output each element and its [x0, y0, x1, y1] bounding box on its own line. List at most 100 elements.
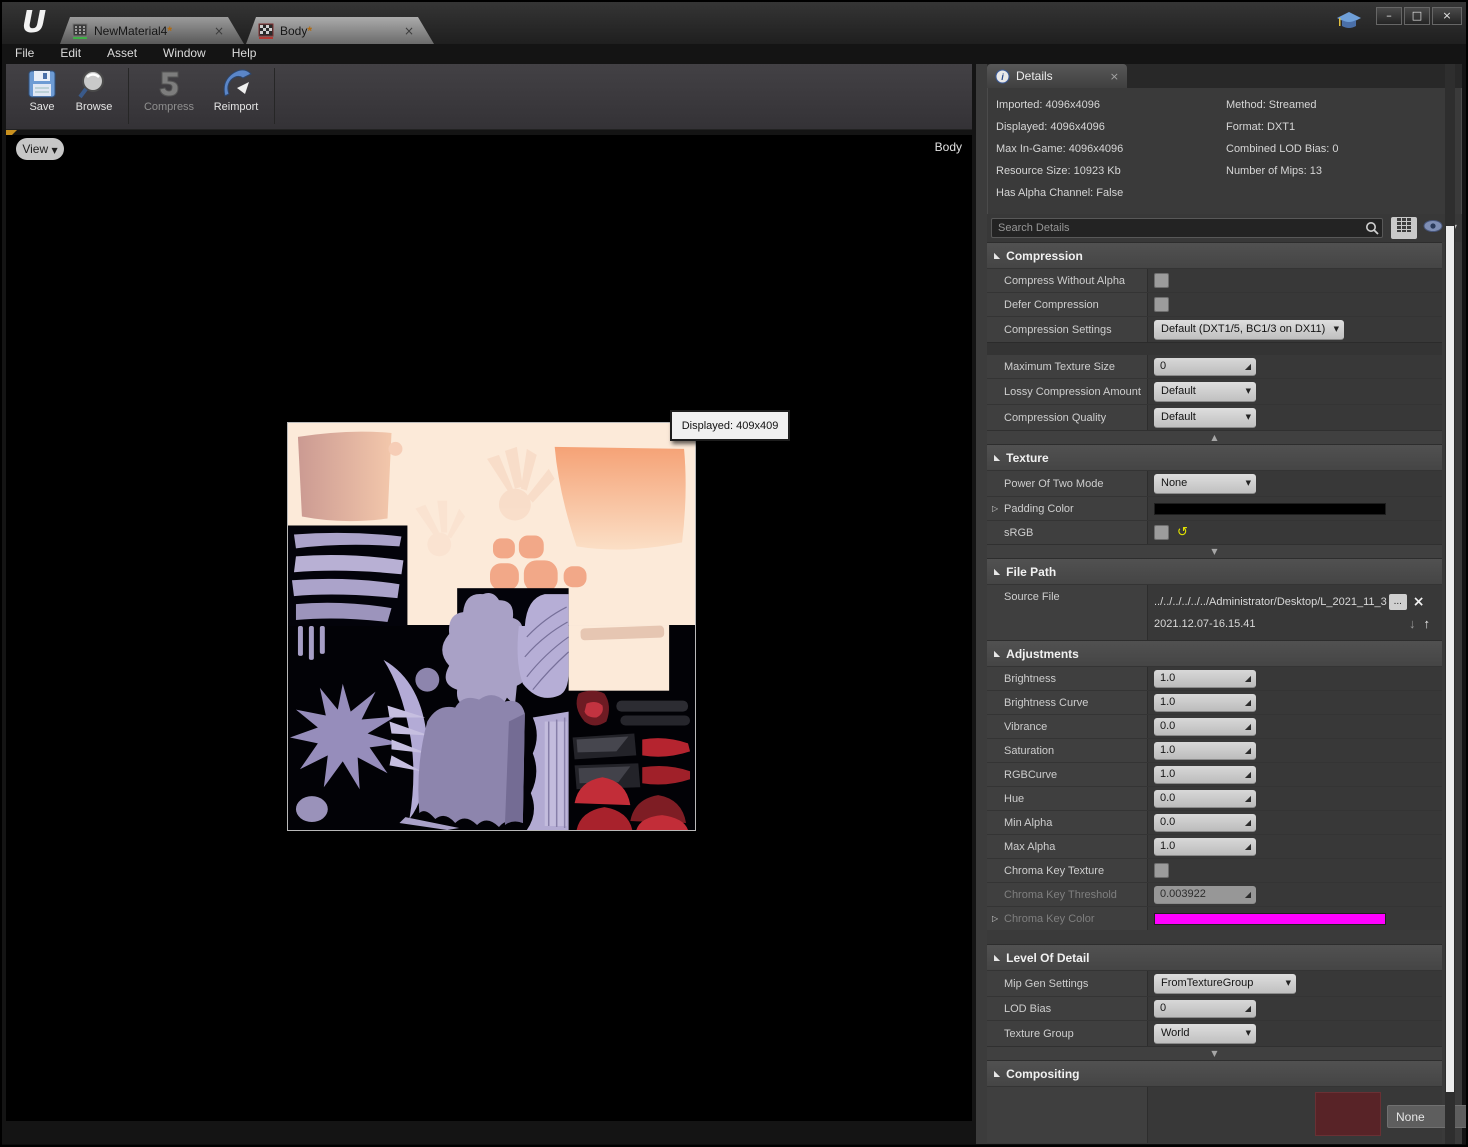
property-row-vibrance: Vibrance 0.0 ◢ — [987, 714, 1442, 738]
tab-close-icon[interactable]: × — [214, 24, 224, 38]
eye-icon — [1423, 220, 1443, 232]
pane-splitter[interactable] — [976, 64, 987, 1145]
tab-newmaterial4[interactable]: NewMaterial4* × — [60, 17, 244, 44]
info-line: Number of Mips: 13 — [1226, 165, 1322, 177]
property-row-compression-quality: Compression Quality Default ▼ — [987, 404, 1442, 430]
property-label: Power Of Two Mode — [1004, 477, 1104, 490]
texture-group-dropdown[interactable]: World ▼ — [1154, 1023, 1256, 1044]
displayed-size-tooltip: Displayed: 409x409 — [670, 410, 790, 441]
maximum-texture-size-input[interactable]: 0 ◢ — [1154, 357, 1256, 376]
property-row-maximum-texture-size: Maximum Texture Size 0 ◢ — [987, 354, 1442, 378]
compression-quality-dropdown[interactable]: Default ▼ — [1154, 407, 1256, 428]
advanced-properties-toggle[interactable]: ▼ — [987, 1046, 1442, 1060]
maximize-button[interactable]: □ — [1404, 7, 1430, 25]
min-alpha-input[interactable]: 0.0 ◢ — [1154, 813, 1256, 832]
value-scrub-icon: ◢ — [1244, 721, 1251, 731]
reimport-arrow-icon[interactable]: ↑ — [1424, 616, 1431, 631]
section-header-texture[interactable]: ◣ Texture — [987, 444, 1442, 470]
clear-source-icon[interactable]: × — [1413, 594, 1425, 610]
chroma-key-texture-checkbox[interactable] — [1154, 863, 1169, 878]
value-scrub-icon: ◢ — [1244, 697, 1251, 707]
power-of-two-mode-dropdown[interactable]: None ▼ — [1154, 473, 1256, 494]
save-button[interactable]: Save — [20, 68, 64, 113]
value-scrub-icon: ◢ — [1244, 673, 1251, 683]
property-row-defer-compression: Defer Compression — [987, 292, 1442, 316]
close-button[interactable]: × — [1432, 7, 1462, 25]
srgb-checkbox[interactable] — [1154, 525, 1169, 540]
section-gap — [987, 930, 1442, 944]
property-row-padding-color: ▷ Padding Color — [987, 496, 1442, 520]
composite-texture-thumbnail[interactable] — [1315, 1092, 1381, 1136]
title-bar: U NewMaterial4* × Body* × – □ × — [2, 2, 1466, 44]
details-scrollbar-thumb[interactable] — [1446, 226, 1454, 1092]
view-dropdown-button[interactable]: View ▼ — [16, 138, 64, 160]
property-row-brightness: Brightness 1.0 ◢ — [987, 666, 1442, 690]
info-line: Method: Streamed — [1226, 99, 1317, 111]
composite-texture-dropdown[interactable]: None▼ — [1387, 1105, 1466, 1128]
menu-item-asset[interactable]: Asset — [94, 44, 150, 64]
section-header-compression[interactable]: ◣ Compression — [987, 242, 1442, 268]
saturation-input[interactable]: 1.0 ◢ — [1154, 741, 1256, 760]
value-scrub-icon: ◢ — [1244, 769, 1251, 779]
tutorial-cap-icon[interactable] — [1336, 10, 1362, 32]
section-header-adjustments[interactable]: ◣ Adjustments — [987, 640, 1442, 666]
brightness-curve-input[interactable]: 1.0 ◢ — [1154, 693, 1256, 712]
property-label: Chroma Key Color — [1004, 912, 1095, 925]
toolbar-separator — [274, 68, 275, 124]
menu-item-window[interactable]: Window — [150, 44, 219, 64]
brightness-input[interactable]: 1.0 ◢ — [1154, 669, 1256, 688]
display-filter-grid-button[interactable] — [1391, 217, 1417, 239]
tab-details[interactable]: i Details × — [987, 64, 1127, 88]
lossy-compression-amount-dropdown[interactable]: Default ▼ — [1154, 381, 1256, 402]
section-header-file-path[interactable]: ◣ File Path — [987, 558, 1442, 584]
search-details-input[interactable]: Search Details — [991, 218, 1383, 238]
property-label: Compression Settings — [1004, 323, 1112, 336]
texture-viewport[interactable]: View ▼ Body Displayed: 409x409 — [6, 135, 972, 1121]
rgbcurve-input[interactable]: 1.0 ◢ — [1154, 765, 1256, 784]
property-row-min-alpha: Min Alpha 0.0 ◢ — [987, 810, 1442, 834]
export-arrow-icon[interactable]: ↓ — [1409, 616, 1416, 631]
minimize-button[interactable]: – — [1376, 7, 1402, 25]
property-label: RGBCurve — [1004, 768, 1058, 781]
section-header-level-of-detail[interactable]: ◣ Level Of Detail — [987, 944, 1442, 970]
compression-settings-dropdown[interactable]: Default (DXT1/5, BC1/3 on DX11) ▼ — [1154, 319, 1344, 340]
texture-asset-icon — [258, 23, 274, 39]
advanced-properties-toggle[interactable]: ▲ — [987, 430, 1442, 444]
padding-color-swatch[interactable] — [1154, 502, 1386, 515]
details-tab-close-icon[interactable]: × — [1110, 70, 1119, 83]
advanced-properties-toggle[interactable]: ▼ — [987, 544, 1442, 558]
mip-gen-settings-dropdown[interactable]: FromTextureGroup ▼ — [1154, 973, 1296, 994]
menu-item-help[interactable]: Help — [219, 44, 270, 64]
hue-input[interactable]: 0.0 ◢ — [1154, 789, 1256, 808]
info-column-right: Method: Streamed Format: DXT1 Combined LOD… — [1226, 94, 1339, 182]
compress-without-alpha-checkbox[interactable] — [1154, 273, 1169, 288]
vibrance-input[interactable]: 0.0 ◢ — [1154, 717, 1256, 736]
property-label: Lossy Compression Amount — [1004, 385, 1141, 398]
lod-bias-input[interactable]: 0 ◢ — [1154, 999, 1256, 1018]
max-alpha-input[interactable]: 1.0 ◢ — [1154, 837, 1256, 856]
property-label: Saturation — [1004, 744, 1055, 757]
info-line: Combined LOD Bias: 0 — [1226, 143, 1339, 155]
tab-body[interactable]: Body* × — [246, 17, 434, 44]
defer-compression-checkbox[interactable] — [1154, 297, 1169, 312]
property-row-mip-gen-settings: Mip Gen Settings FromTextureGroup ▼ — [987, 970, 1442, 996]
info-line: Format: DXT1 — [1226, 121, 1296, 133]
browse-file-button[interactable]: ... — [1388, 593, 1407, 610]
menu-item-file[interactable]: File — [2, 44, 47, 64]
info-line: Max In-Game: 4096x4096 — [996, 143, 1124, 155]
chroma-key-color-swatch — [1154, 912, 1386, 925]
reset-to-default-icon[interactable]: ↺ — [1177, 526, 1188, 539]
tab-close-icon[interactable]: × — [404, 24, 414, 38]
section-header-compositing[interactable]: ◣ Compositing — [987, 1060, 1442, 1086]
expand-property-icon[interactable]: ▷ — [992, 504, 998, 513]
reimport-button[interactable]: Reimport — [206, 68, 266, 113]
section-expand-icon: ◣ — [994, 567, 1001, 576]
section-title: File Path — [1006, 564, 1057, 579]
browse-button[interactable]: Browse — [68, 68, 120, 113]
section-expand-icon: ◣ — [994, 649, 1001, 658]
texture-preview — [287, 422, 696, 831]
tab-label: NewMaterial4* — [94, 23, 173, 38]
expand-property-icon[interactable]: ▷ — [992, 914, 998, 923]
menu-item-edit[interactable]: Edit — [47, 44, 94, 64]
value-scrub-icon: ◢ — [1244, 793, 1251, 803]
